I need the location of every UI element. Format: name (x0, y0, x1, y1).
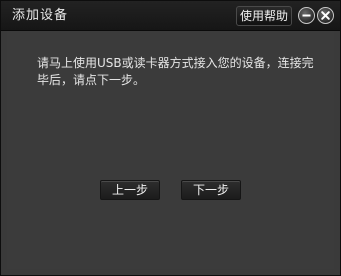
previous-step-button[interactable]: 上一步 (100, 180, 160, 200)
next-step-button[interactable]: 下一步 (181, 180, 241, 200)
instruction-text: 请马上使用USB或读卡器方式接入您的设备，连接完毕后，请点下一步。 (37, 56, 314, 87)
close-button[interactable] (317, 7, 334, 24)
minimize-icon (302, 14, 311, 17)
close-icon (321, 11, 330, 20)
title-bar[interactable]: 添加设备 使用帮助 (1, 1, 340, 31)
window-title: 添加设备 (12, 8, 69, 23)
help-button[interactable]: 使用帮助 (236, 6, 292, 26)
minimize-button[interactable] (298, 7, 315, 24)
add-device-dialog: 添加设备 使用帮助 请马上使用USB或读卡器方式接入您的设备，连接完毕后，请点下… (0, 0, 341, 276)
dialog-content: 请马上使用USB或读卡器方式接入您的设备，连接完毕后，请点下一步。 上一步 下一… (7, 31, 334, 269)
